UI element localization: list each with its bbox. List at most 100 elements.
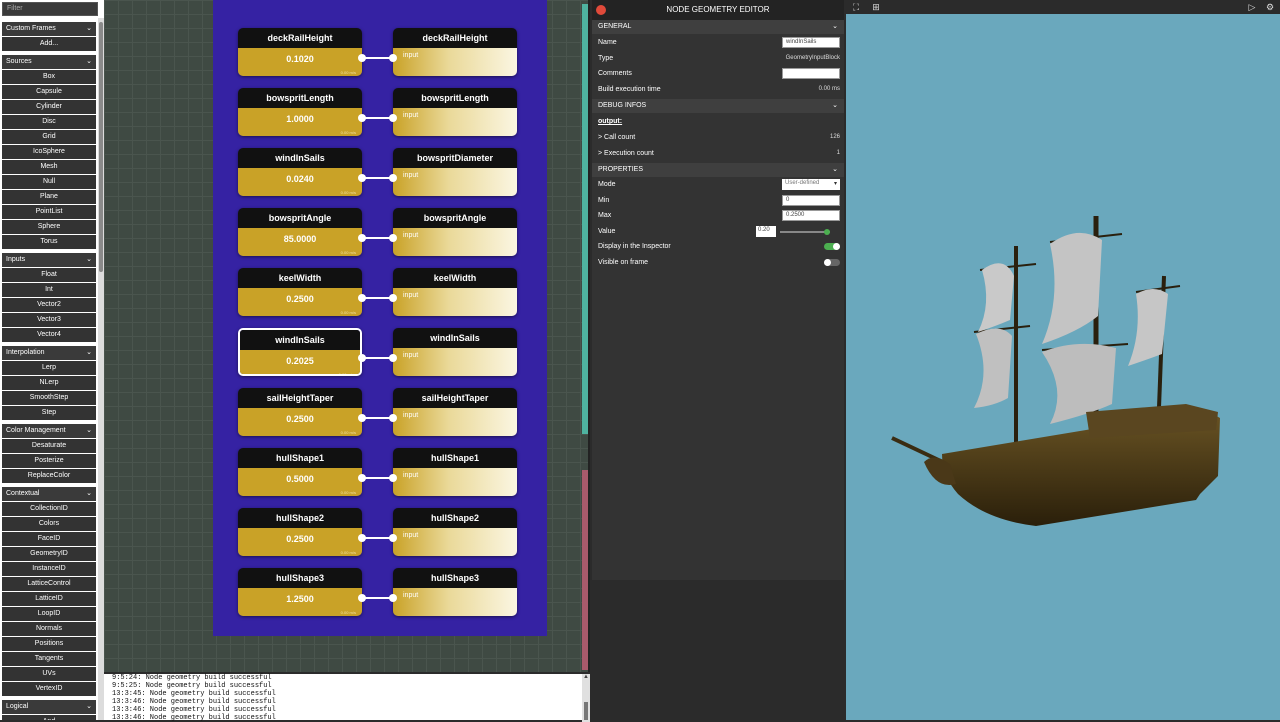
palette-item[interactable]: ReplaceColor	[2, 469, 96, 483]
play-icon[interactable]: ▷	[1246, 1, 1258, 13]
value-slider-knob[interactable]	[824, 229, 830, 235]
filter-input[interactable]: Filter	[2, 2, 98, 16]
custom-frame[interactable]: deckRailHeight 0.1020 0.00 m/s deckRailHeig…	[213, 0, 547, 636]
consumer-node[interactable]: hullShape3 input	[393, 568, 517, 616]
consumer-node[interactable]: hullShape1 input	[393, 448, 517, 496]
palette-item[interactable]: UVs	[2, 667, 96, 681]
consumer-node[interactable]: bowspritAngle input	[393, 208, 517, 256]
input-node[interactable]: bowspritAngle 85.0000 0.00 m/s	[238, 208, 362, 256]
input-node[interactable]: deckRailHeight 0.1020 0.00 m/s	[238, 28, 362, 76]
consumer-node[interactable]: bowspritDiameter input	[393, 148, 517, 196]
input-node[interactable]: bowspritLength 1.0000 0.00 m/s	[238, 88, 362, 136]
input-port[interactable]	[389, 594, 397, 602]
palette-item[interactable]: Vector2	[2, 298, 96, 312]
min-field[interactable]: 0	[782, 195, 840, 206]
palette-item[interactable]: Posterize	[2, 454, 96, 468]
palette-section-header[interactable]: Interpolation ⌄	[2, 346, 96, 360]
palette-item[interactable]: SmoothStep	[2, 391, 96, 405]
expand-icon[interactable]: ⛶	[850, 1, 862, 13]
palette-item[interactable]: Vector4	[2, 328, 96, 342]
input-node[interactable]: hullShape2 0.2500 0.00 m/s	[238, 508, 362, 556]
output-port[interactable]	[358, 474, 366, 482]
input-port[interactable]	[389, 354, 397, 362]
palette-item[interactable]: Int	[2, 283, 96, 297]
output-port[interactable]	[358, 414, 366, 422]
palette-item[interactable]: Capsule	[2, 85, 96, 99]
log-scroll-thumb[interactable]	[584, 702, 588, 720]
frame-icon[interactable]: ⊞	[870, 1, 882, 13]
palette-item[interactable]: Grid	[2, 130, 96, 144]
input-node[interactable]: hullShape1 0.5000 0.00 m/s	[238, 448, 362, 496]
palette-section-header[interactable]: Color Management ⌄	[2, 424, 96, 438]
palette-item[interactable]: Cylinder	[2, 100, 96, 114]
general-header[interactable]: GENERAL ⌄	[592, 20, 844, 34]
palette-item[interactable]: Normals	[2, 622, 96, 636]
output-port[interactable]	[358, 234, 366, 242]
palette-item[interactable]: Colors	[2, 517, 96, 531]
palette-section-header[interactable]: Contextual ⌄	[2, 487, 96, 501]
palette-section-header[interactable]: Sources ⌄	[2, 55, 96, 69]
input-port[interactable]	[389, 114, 397, 122]
palette-item[interactable]: Desaturate	[2, 439, 96, 453]
scroll-up-icon[interactable]: ▲	[582, 674, 590, 680]
canvas-divider[interactable]	[588, 0, 590, 672]
palette-section-header[interactable]: Inputs ⌄	[2, 253, 96, 267]
input-node[interactable]: windInSails 0.0240 0.00 m/s	[238, 148, 362, 196]
visible-frame-toggle[interactable]	[824, 259, 840, 266]
palette-item[interactable]: LatticeID	[2, 592, 96, 606]
consumer-node[interactable]: keelWidth input	[393, 268, 517, 316]
settings-icon[interactable]: ⚙	[1264, 1, 1276, 13]
value-slider[interactable]	[780, 231, 830, 233]
palette-item[interactable]: Null	[2, 175, 96, 189]
palette-item[interactable]: And	[2, 715, 96, 720]
input-port[interactable]	[389, 174, 397, 182]
debug-header[interactable]: DEBUG INFOS ⌄	[592, 99, 844, 113]
input-node[interactable]: hullShape3 1.2500 0.00 m/s	[238, 568, 362, 616]
input-port[interactable]	[389, 534, 397, 542]
palette-item[interactable]: LatticeControl	[2, 577, 96, 591]
name-field[interactable]: windInSails	[782, 37, 840, 48]
palette-item[interactable]: LoopID	[2, 607, 96, 621]
display-inspector-toggle[interactable]	[824, 243, 840, 250]
palette-item[interactable]: Sphere	[2, 220, 96, 234]
consumer-node[interactable]: hullShape2 input	[393, 508, 517, 556]
output-port[interactable]	[358, 114, 366, 122]
palette-item[interactable]: Mesh	[2, 160, 96, 174]
palette-item[interactable]: FaceID	[2, 532, 96, 546]
palette-section-header[interactable]: Logical ⌄	[2, 700, 96, 714]
palette-item[interactable]: Step	[2, 406, 96, 420]
input-port[interactable]	[389, 54, 397, 62]
palette-item[interactable]: IcoSphere	[2, 145, 96, 159]
comments-field[interactable]	[782, 68, 840, 79]
max-field[interactable]: 0.2500	[782, 210, 840, 221]
output-port[interactable]	[358, 54, 366, 62]
palette-scroll-thumb[interactable]	[99, 22, 103, 272]
consumer-node[interactable]: deckRailHeight input	[393, 28, 517, 76]
palette-item[interactable]: Disc	[2, 115, 96, 129]
palette-item[interactable]: PointList	[2, 205, 96, 219]
input-port[interactable]	[389, 414, 397, 422]
palette-section-header[interactable]: Custom Frames ⌄	[2, 22, 96, 36]
input-port[interactable]	[389, 294, 397, 302]
output-port[interactable]	[358, 534, 366, 542]
output-port[interactable]	[358, 294, 366, 302]
input-node[interactable]: sailHeightTaper 0.2500 0.00 m/s	[238, 388, 362, 436]
consumer-node[interactable]: windInSails input	[393, 328, 517, 376]
output-port[interactable]	[358, 174, 366, 182]
palette-item[interactable]: Positions	[2, 637, 96, 651]
properties-header[interactable]: PROPERTIES ⌄	[592, 163, 844, 177]
graph-canvas[interactable]: deckRailHeight 0.1020 0.00 m/s deckRailHeig…	[104, 0, 590, 672]
input-port[interactable]	[389, 234, 397, 242]
mode-select[interactable]: User-defined ▾	[782, 179, 840, 190]
palette-item[interactable]: VertexID	[2, 682, 96, 696]
input-node[interactable]: keelWidth 0.2500 0.00 m/s	[238, 268, 362, 316]
palette-item[interactable]: Box	[2, 70, 96, 84]
input-node[interactable]: windInSails 0.2025 0.00 m/s	[238, 328, 362, 376]
log-scrollbar[interactable]: ▲	[582, 674, 590, 722]
palette-item[interactable]: CollectionID	[2, 502, 96, 516]
palette-item[interactable]: Tangents	[2, 652, 96, 666]
palette-item[interactable]: InstanceID	[2, 562, 96, 576]
consumer-node[interactable]: sailHeightTaper input	[393, 388, 517, 436]
preview-viewport[interactable]: ⛶ ⊞ ▷ ⚙	[846, 0, 1280, 720]
palette-item[interactable]: Plane	[2, 190, 96, 204]
